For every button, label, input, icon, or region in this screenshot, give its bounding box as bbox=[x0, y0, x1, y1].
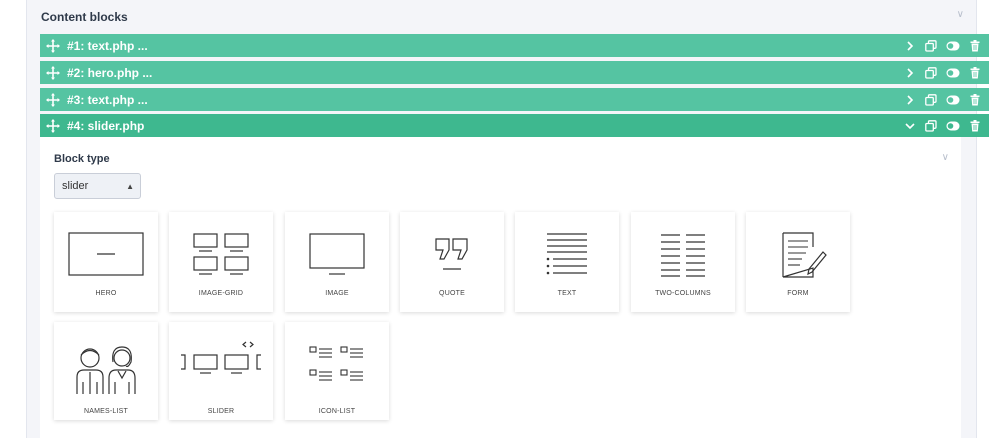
image-icon bbox=[309, 233, 365, 275]
block-title: #4: slider.php bbox=[67, 118, 145, 133]
chevron-right-icon[interactable] bbox=[904, 94, 916, 106]
select-caret-icon: ▲︎ bbox=[126, 182, 134, 191]
slider-icon bbox=[181, 341, 261, 374]
block-header-3[interactable]: #3: text.php ... bbox=[40, 88, 989, 111]
image-grid-icon bbox=[193, 233, 249, 275]
block-type-label: IMAGE bbox=[325, 290, 349, 297]
block-type-label: NAMES-LIST bbox=[83, 408, 128, 415]
toggle-icon[interactable] bbox=[946, 94, 960, 106]
toggle-icon[interactable] bbox=[946, 120, 960, 132]
block-type-label: TEXT bbox=[557, 290, 577, 297]
block-type-quote[interactable]: QUOTE bbox=[400, 212, 504, 312]
block-type-two-columns[interactable]: TWO-COLUMNS bbox=[631, 212, 735, 312]
block-title: #3: text.php ... bbox=[67, 92, 148, 107]
block-type-label: QUOTE bbox=[439, 290, 465, 297]
block-type-slider[interactable]: SLIDER bbox=[169, 322, 273, 420]
block-type-label: FORM bbox=[787, 290, 809, 297]
block-type-label: SLIDER bbox=[207, 408, 235, 415]
block-type-image[interactable]: IMAGE bbox=[285, 212, 389, 312]
duplicate-icon[interactable] bbox=[925, 93, 937, 106]
select-value: slider bbox=[62, 180, 89, 192]
trash-icon[interactable] bbox=[969, 93, 981, 106]
quote-icon bbox=[435, 238, 468, 270]
trash-icon[interactable] bbox=[969, 119, 981, 132]
chevron-down-icon[interactable] bbox=[904, 120, 916, 132]
duplicate-icon[interactable] bbox=[925, 39, 937, 52]
section-title: Content blocks bbox=[41, 10, 128, 24]
duplicate-icon[interactable] bbox=[925, 119, 937, 132]
block-header-1[interactable]: #1: text.php ... bbox=[40, 34, 989, 57]
move-icon[interactable] bbox=[46, 65, 60, 80]
names-list-icon bbox=[76, 346, 136, 394]
block-title: #1: text.php ... bbox=[67, 38, 148, 53]
toggle-icon[interactable] bbox=[946, 67, 960, 79]
panel-collapse-icon[interactable]: ∨ bbox=[942, 152, 949, 163]
move-icon[interactable] bbox=[46, 92, 60, 107]
form-icon bbox=[782, 232, 827, 278]
block-type-label: Block type bbox=[54, 153, 110, 165]
trash-icon[interactable] bbox=[969, 66, 981, 79]
move-icon[interactable] bbox=[46, 118, 60, 133]
block-type-hero[interactable]: HERO bbox=[54, 212, 158, 312]
chevron-right-icon[interactable] bbox=[904, 67, 916, 79]
two-columns-icon bbox=[661, 234, 705, 277]
block-type-image-grid[interactable]: IMAGE-GRID bbox=[169, 212, 273, 312]
block-type-label: ICON-LIST bbox=[318, 408, 356, 415]
block-title: #2: hero.php ... bbox=[67, 65, 153, 80]
block-type-names-list[interactable]: NAMES-LIST bbox=[54, 322, 158, 420]
text-icon bbox=[546, 233, 587, 275]
block-type-label: IMAGE-GRID bbox=[198, 290, 244, 297]
block-type-text[interactable]: TEXT bbox=[515, 212, 619, 312]
block-type-icon-list[interactable]: ICON-LIST bbox=[285, 322, 389, 420]
block-type-label: HERO bbox=[95, 290, 117, 297]
block-type-form[interactable]: FORM bbox=[746, 212, 850, 312]
chevron-right-icon[interactable] bbox=[904, 40, 916, 52]
block-editor-panel: Block type ∨ slider ▲︎ HERO IMAGE-GRID I… bbox=[40, 137, 961, 438]
trash-icon[interactable] bbox=[969, 39, 981, 52]
block-header-2[interactable]: #2: hero.php ... bbox=[40, 61, 989, 84]
icon-list-icon bbox=[309, 346, 363, 381]
block-header-4[interactable]: #4: slider.php bbox=[40, 114, 989, 137]
content-blocks-section: Content blocks ∨ #1: text.php ... #2: he… bbox=[26, 0, 989, 438]
move-icon[interactable] bbox=[46, 38, 60, 53]
toggle-icon[interactable] bbox=[946, 40, 960, 52]
section-collapse-icon[interactable]: ∨ bbox=[957, 9, 964, 20]
block-type-select[interactable]: slider ▲︎ bbox=[54, 173, 141, 199]
hero-icon bbox=[68, 232, 144, 276]
duplicate-icon[interactable] bbox=[925, 66, 937, 79]
block-type-label: TWO-COLUMNS bbox=[655, 290, 711, 297]
